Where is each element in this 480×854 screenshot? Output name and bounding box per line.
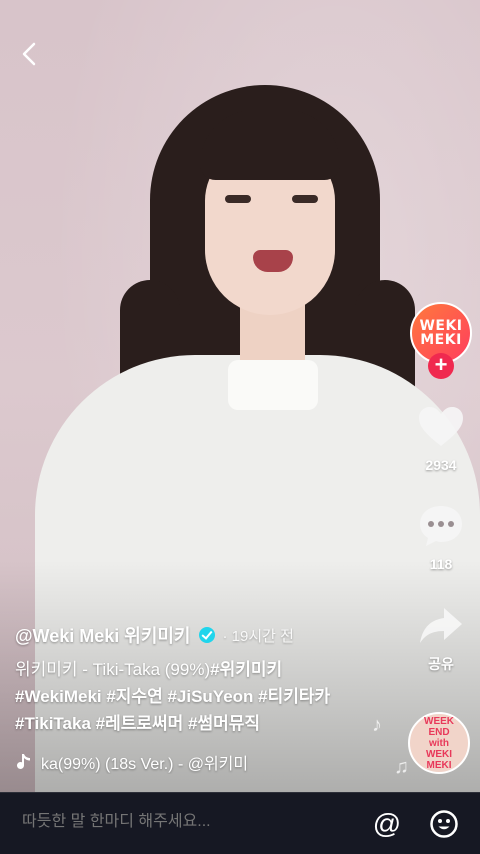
post-description: 위키미키 - Tiki-Taka (99%)#위키미키 #WekiMeki #지… (15, 656, 395, 737)
video-subject (228, 360, 318, 410)
disc-text: with (429, 737, 449, 749)
video-subject (253, 250, 293, 272)
smiley-icon (430, 810, 458, 838)
floating-note-icon: ♫ (394, 756, 409, 778)
description-line: 위키미키 - Tiki-Taka (99%)#위키미키 (15, 656, 395, 683)
at-sign-icon: @ (372, 808, 402, 839)
disc-text: MEKI (426, 759, 452, 771)
author-line: @Weki Meki 위키미키 · 19시간 전 (15, 622, 294, 648)
follow-button[interactable]: + (428, 353, 454, 379)
verified-badge-icon (198, 627, 215, 643)
music-info[interactable]: ka(99%) (18s Ver.) - @위키미 (15, 750, 291, 774)
comment-button[interactable] (416, 502, 466, 548)
like-count: 2934 (425, 457, 457, 473)
disc-text: END (428, 726, 450, 738)
mention-button[interactable]: @ (371, 809, 403, 841)
avatar-text: MEKI (420, 332, 462, 348)
share-button[interactable] (416, 602, 466, 648)
author-name[interactable]: @Weki Meki 위키미키 (15, 622, 191, 648)
comment-icon (420, 506, 462, 546)
disc-text: WEKI (425, 748, 453, 760)
hashtag-line[interactable]: #WekiMeki #지수연 #JiSuYeon #티키타카 (15, 683, 395, 710)
music-note-icon (17, 754, 30, 769)
comment-bar: @ (0, 792, 480, 854)
like-button[interactable] (416, 404, 466, 450)
music-disc[interactable]: WEEK END with WEKI MEKI (408, 712, 470, 774)
comment-input[interactable] (22, 813, 352, 831)
music-title: ka(99%) (18s Ver.) - @위키미 (41, 756, 249, 773)
comment-count: 118 (429, 556, 453, 572)
disc-text: WEEK (424, 715, 454, 727)
video-subject (200, 110, 340, 180)
hashtag-line[interactable]: #TikiTaka #레트로써머 #썸머뮤직 (15, 710, 395, 737)
video-subject (292, 195, 318, 203)
heart-icon (419, 407, 463, 446)
share-arrow-icon (420, 608, 462, 643)
video-subject (225, 195, 251, 203)
description-text: 위키미키 - Tiki-Taka (99%) (15, 660, 211, 679)
plus-icon: + (434, 352, 448, 377)
emoji-button[interactable] (429, 809, 459, 839)
post-time: · 19시간 전 (222, 627, 294, 645)
chevron-left-icon (22, 42, 36, 66)
avatar-text: WEKI (419, 318, 463, 334)
floating-note-icon: ♪ (372, 714, 382, 736)
back-button[interactable] (14, 38, 46, 70)
hashtag[interactable]: #위키미키 (210, 660, 282, 679)
share-label: 공유 (428, 656, 454, 672)
